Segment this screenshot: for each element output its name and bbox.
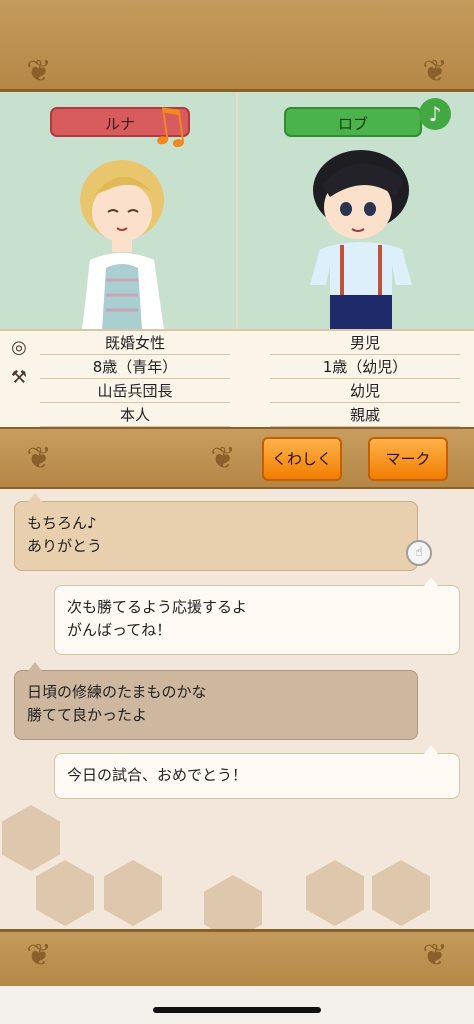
right-info-job: 幼児 (270, 379, 460, 403)
background-menu (0, 800, 474, 941)
home-indicator-area (0, 986, 474, 1024)
mark-button[interactable]: マーク (368, 437, 448, 481)
bubble-tail (424, 745, 438, 754)
right-character-avatar (310, 150, 412, 330)
right-info-marital: 男児 (270, 331, 460, 355)
chat-message-me: 今日の試合、おめでとう！ (54, 753, 460, 799)
axe-icon: ⚒ (10, 367, 28, 388)
music-note-icon: ♫ (142, 94, 195, 158)
chat-message-me: 次も勝てるよう応援するよ がんばってね！ (54, 585, 460, 655)
bubble-tail (28, 493, 42, 502)
home-indicator[interactable] (153, 1007, 321, 1013)
ornament-icon: ❦ (422, 54, 448, 89)
ornament-icon: ❦ (26, 54, 52, 89)
ornament-icon: ❦ (26, 938, 52, 973)
ring-icon: ◎ (11, 337, 27, 358)
bubble-tail (424, 577, 438, 586)
ornament-icon: ❦ (210, 441, 236, 476)
right-info-relation: 親戚 (270, 403, 460, 427)
right-character-name: ロブ (284, 107, 422, 137)
bottom-frame: ❦ ❦ (0, 929, 474, 986)
tap-icon[interactable]: ☝ (406, 540, 432, 566)
right-info-age: 1歳（幼児） (270, 355, 460, 379)
left-info-marital: 既婚女性 (40, 331, 230, 355)
ornament-icon: ❦ (26, 441, 52, 476)
left-info-job: 山岳兵団長 (40, 379, 230, 403)
left-character-avatar (80, 160, 164, 330)
details-button[interactable]: くわしく (262, 437, 342, 481)
chat-message-partner: もちろん♪ ありがとう (14, 501, 418, 571)
ornament-icon: ❦ (422, 938, 448, 973)
left-info-relation: 本人 (40, 403, 230, 427)
bubble-tail (28, 662, 42, 671)
music-note-icon[interactable]: ♪ (419, 98, 451, 130)
left-info-age: 8歳（青年） (40, 355, 230, 379)
chat-message-partner: 日頃の修練のたまものかな 勝てて良かったよ (14, 670, 418, 740)
top-frame: ❦ ❦ (0, 0, 474, 92)
